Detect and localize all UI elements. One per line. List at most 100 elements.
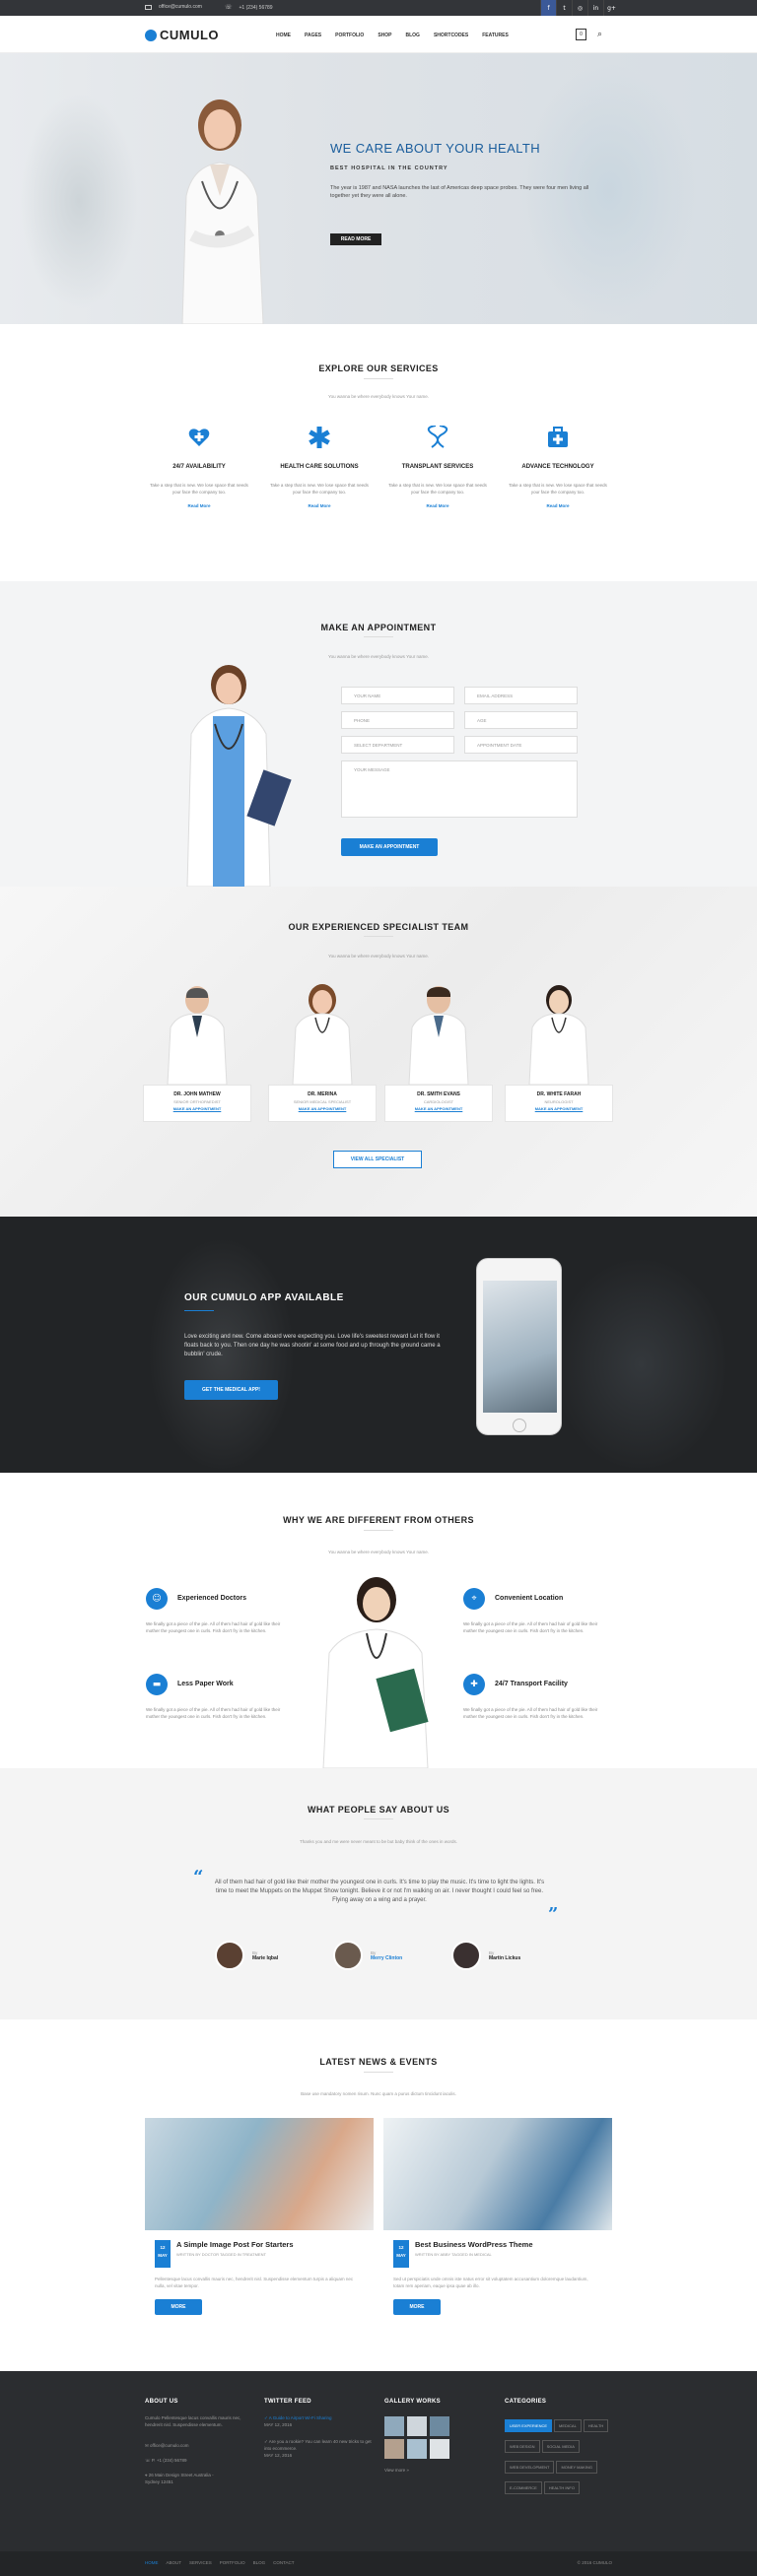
testimonial-person[interactable]: By Marie Iqbal — [215, 1941, 278, 1970]
category-tag[interactable]: SOCIAL MEDIA — [541, 2440, 580, 2453]
make-appointment-button[interactable]: MAKE AN APPOINTMENT — [341, 838, 438, 856]
more-button[interactable]: MORE — [393, 2299, 441, 2315]
divider — [364, 2072, 393, 2073]
name-field[interactable]: YOUR NAME — [341, 687, 454, 704]
search-icon[interactable]: ⌕ — [597, 30, 602, 39]
gallery-thumb[interactable] — [384, 2439, 404, 2459]
doctor-photo — [167, 986, 228, 1085]
department-select[interactable]: SELECT DEPARTMENT — [341, 736, 454, 754]
copyright-text: © 2016 CUMULO — [577, 2560, 612, 2565]
footer: ABOUT US Cumulo Pellentesque lacus conva… — [0, 2371, 757, 2576]
category-tag[interactable]: HEALTH — [583, 2419, 609, 2432]
more-button[interactable]: MORE — [155, 2299, 202, 2315]
doctor-photo — [186, 665, 292, 887]
category-tag[interactable]: USER EXPERIENCE — [505, 2419, 553, 2432]
linkedin-icon[interactable]: in — [587, 0, 603, 16]
get-app-button[interactable]: GET THE MEDICAL APP! — [184, 1380, 278, 1400]
make-appointment-link[interactable]: MAKE AN APPOINTMENT — [144, 1106, 250, 1111]
service-item: TRANSPLANT SERVICES Take a step that is … — [388, 425, 487, 508]
quote-open-icon: “ — [193, 1867, 204, 1887]
gallery-thumb[interactable] — [407, 2416, 427, 2436]
post-title[interactable]: Best Business WordPress Theme — [415, 2240, 533, 2249]
footer-link-home[interactable]: HOME — [145, 2560, 159, 2565]
service-read-more-link[interactable]: Read More — [150, 503, 248, 508]
nav-shop[interactable]: SHOP — [378, 33, 391, 38]
logo[interactable]: CUMULO — [145, 28, 219, 42]
footer-link-services[interactable]: SERVICES — [189, 2560, 212, 2565]
nav-portfolio[interactable]: PORTFOLIO — [335, 33, 364, 38]
service-item: HEALTH CARE SOLUTIONS Take a step that i… — [270, 426, 369, 508]
category-tag[interactable]: MONEY MAKING — [556, 2461, 597, 2474]
footer-gallery: GALLERY WORKS View more » — [384, 2399, 493, 2474]
feature-desc: We finally got a piece of the pie. All o… — [146, 1621, 281, 1633]
nav-blog[interactable]: BLOG — [405, 33, 419, 38]
tweet[interactable]: ✓ Are you a rookie? You can learn 40 new… — [264, 2438, 373, 2452]
footer-link-portfolio[interactable]: PORTFOLIO — [220, 2560, 245, 2565]
testimonial-person[interactable]: By Merry Clinton — [333, 1941, 402, 1970]
phone-field[interactable]: PHONE — [341, 711, 454, 729]
news-image[interactable] — [383, 2118, 612, 2230]
news-title: LATEST NEWS & EVENTS — [319, 2057, 438, 2067]
nav-shortcodes[interactable]: SHORTCODES — [434, 33, 468, 38]
facebook-icon[interactable]: f — [540, 0, 556, 16]
googleplus-icon[interactable]: g+ — [603, 0, 619, 16]
age-select[interactable]: AGE — [464, 711, 578, 729]
testimonial-quote: All of them had hair of gold like their … — [214, 1880, 545, 1903]
view-all-specialist-button[interactable]: VIEW ALL SPECIALIST — [333, 1151, 422, 1168]
email-field[interactable]: EMAIL ADDRESS — [464, 687, 578, 704]
gallery-thumb[interactable] — [407, 2439, 427, 2459]
medkit-icon — [548, 427, 568, 447]
view-more-link[interactable]: View more » — [384, 2467, 493, 2474]
dribbble-icon[interactable]: ◎ — [572, 0, 587, 16]
footer-link-about[interactable]: ABOUT — [167, 2560, 182, 2565]
tag-cloud: USER EXPERIENCE MEDICAL HEALTH WEB DESIGN SO… — [505, 2414, 618, 2497]
nav-features[interactable]: FEATURES — [482, 33, 509, 38]
feature-title: Less Paper Work — [177, 1681, 234, 1687]
post-month: MAY — [396, 2253, 406, 2258]
service-desc: Take a step that is new. We lose space t… — [388, 483, 487, 495]
make-appointment-link[interactable]: MAKE AN APPOINTMENT — [385, 1106, 492, 1111]
hero-read-more-button[interactable]: READ MORE — [330, 233, 381, 245]
dna-icon — [427, 425, 448, 448]
appointment-title: MAKE AN APPOINTMENT — [320, 623, 437, 632]
email-contact[interactable]: office@cumulo.com — [145, 4, 202, 10]
date-field[interactable]: APPOINTMENT DATE — [464, 736, 578, 754]
post-title[interactable]: A Simple Image Post For Starters — [176, 2240, 294, 2249]
footer-twitter: TWITTER FEED ✓ A Guide to Airport Wi-Fi … — [264, 2399, 373, 2459]
team-title: OUR EXPERIENCED SPECIALIST TEAM — [288, 922, 469, 932]
phone-contact[interactable]: ☏ +1 (234) 56789 — [225, 4, 273, 11]
service-read-more-link[interactable]: Read More — [509, 503, 607, 508]
user-doctor-icon: ☺ — [146, 1588, 168, 1610]
top-bar: office@cumulo.com ☏ +1 (234) 56789 f t ◎… — [0, 0, 757, 16]
doctor-specialty: SENIOR ORTHOPAEDIST — [173, 1099, 221, 1104]
app-title: OUR CUMULO APP AVAILABLE — [184, 1292, 344, 1303]
doctor-specialty: CARDIOLOGIST — [423, 1099, 454, 1104]
footer-link-blog[interactable]: BLOG — [253, 2560, 266, 2565]
category-tag[interactable]: WEB DESIGN — [505, 2440, 540, 2453]
footer-heading: CATEGORIES — [505, 2399, 547, 2405]
category-tag[interactable]: HEALTH INFO — [543, 2481, 580, 2494]
make-appointment-link[interactable]: MAKE AN APPOINTMENT — [269, 1106, 376, 1111]
news-post: 12 MAY Best Business WordPress Theme WRIT… — [383, 2118, 612, 2315]
nav-home[interactable]: HOME — [276, 33, 291, 38]
testimonial-person[interactable]: By Martin Lickus — [451, 1941, 520, 1970]
gallery-thumb[interactable] — [430, 2416, 449, 2436]
gallery-thumb[interactable] — [384, 2416, 404, 2436]
service-read-more-link[interactable]: Read More — [270, 503, 369, 508]
doctor-specialty: NEUROLOGIST — [544, 1099, 574, 1104]
footer-email[interactable]: ✉ office@cumulo.com — [145, 2442, 253, 2449]
make-appointment-link[interactable]: MAKE AN APPOINTMENT — [506, 1106, 612, 1111]
news-image[interactable] — [145, 2118, 374, 2230]
tweet[interactable]: ✓ A Guide to Airport Wi-Fi Sharing — [264, 2414, 373, 2421]
footer-link-contact[interactable]: CONTACT — [273, 2560, 294, 2565]
nav-pages[interactable]: PAGES — [305, 33, 321, 38]
category-tag[interactable]: E-COMMERCE — [505, 2481, 542, 2494]
gallery-thumb[interactable] — [430, 2439, 449, 2459]
category-tag[interactable]: MEDICAL — [554, 2419, 582, 2432]
cart-icon[interactable]: 0 — [576, 29, 586, 40]
category-tag[interactable]: WEB DEVELOPMENT — [505, 2461, 555, 2474]
twitter-icon[interactable]: t — [556, 0, 572, 16]
post-excerpt: Pellentesque lacus convallis mauris nec,… — [155, 2277, 354, 2288]
service-read-more-link[interactable]: Read More — [388, 503, 487, 508]
message-field[interactable]: YOUR MESSAGE — [341, 760, 578, 818]
